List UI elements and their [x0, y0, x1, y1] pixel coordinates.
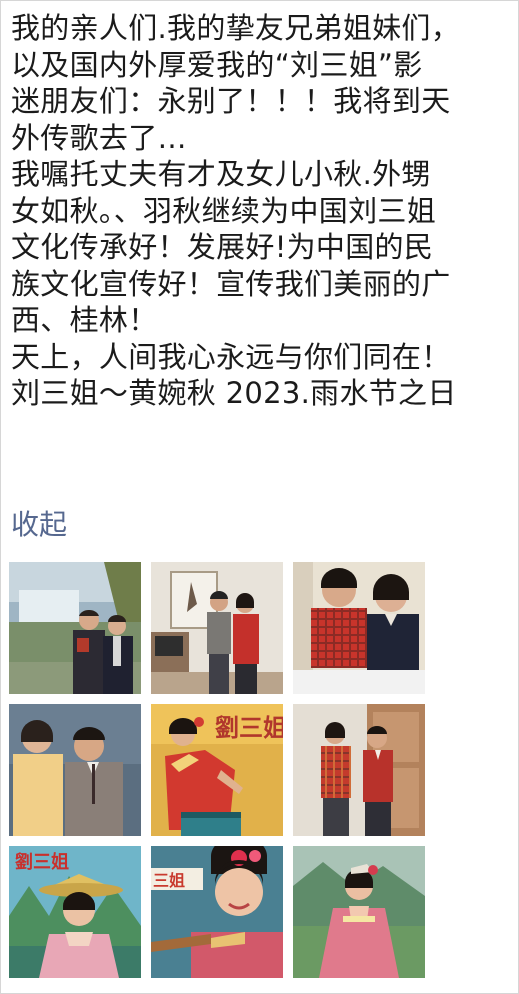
post-line: 外传歌去了… — [11, 120, 187, 155]
photo-thumbnail[interactable]: 劉三姐 — [9, 846, 141, 978]
photo-thumbnail[interactable] — [9, 562, 141, 694]
photo-thumbnail[interactable] — [293, 846, 425, 978]
photo-thumbnail[interactable] — [9, 704, 141, 836]
photo-thumbnail[interactable] — [151, 562, 283, 694]
photo-thumbnail[interactable]: 劉三姐 — [151, 704, 283, 836]
poster-title: 劉三姐 — [215, 713, 283, 742]
photo-thumbnail[interactable]: 三姐 — [151, 846, 283, 978]
post-line: 我的亲人们.我的挚友兄弟姐妹们， — [11, 11, 461, 45]
photo-two-people-closeup — [293, 562, 425, 694]
collapse-link[interactable]: 收起 — [11, 505, 67, 545]
photo-liu-sanjie-poster: 劉三姐 — [151, 704, 283, 836]
poster-title: 劉三姐 — [15, 851, 69, 873]
photo-indoor-two-people — [151, 562, 283, 694]
photo-thumbnail[interactable] — [293, 704, 425, 836]
post-line: 天上，人间我心永远与你们同在！ — [11, 339, 451, 374]
photo-woman-outdoors — [293, 846, 425, 978]
photo-bamboo-hat-poster: 劉三姐 — [9, 846, 141, 978]
photo-two-people-door — [293, 704, 425, 836]
post-line: 以及国内外厚爱我的“刘三姐”影 — [11, 47, 423, 82]
photo-couple-portrait — [9, 704, 141, 836]
photo-thumbnail[interactable] — [293, 562, 425, 694]
post-line: 西、桂林！ — [11, 303, 158, 337]
post-line: 迷朋友们：永别了！！！我将到天 — [11, 84, 451, 118]
post-line: 族文化宣传好！宣传我们美丽的广 — [11, 266, 451, 301]
post-line: 女如秋。、羽秋继续为中国刘三姐 — [11, 193, 437, 228]
photo-grid: 劉三姐 劉三姐 三姐 — [9, 562, 429, 978]
post-text: 我的亲人们.我的挚友兄弟姐妹们， 以及国内外厚爱我的“刘三姐”影 迷朋友们：永别… — [11, 10, 511, 412]
poster-title: 三姐 — [153, 871, 185, 890]
post-line: 文化传承好！发展好!为中国的民 — [11, 230, 434, 264]
photo-liu-sanjie-title: 三姐 — [151, 846, 283, 978]
post-line: 我嘱托丈夫有才及女儿小秋.外甥 — [11, 157, 431, 191]
photo-waterfall-two-men — [9, 562, 141, 694]
post-line: 刘三姐～黄婉秋 2023.雨水节之日 — [11, 376, 457, 410]
